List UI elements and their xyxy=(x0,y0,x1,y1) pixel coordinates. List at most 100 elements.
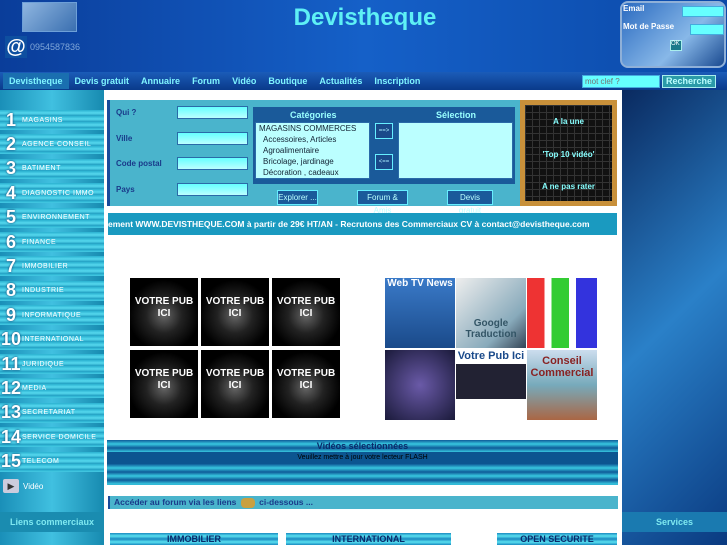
nav-video[interactable]: Vidéo xyxy=(226,73,262,89)
category-label: TELECOM xyxy=(22,458,60,466)
people-image[interactable] xyxy=(527,278,597,348)
category-selector: Catégories Sélection MAGASINS COMMERCES … xyxy=(253,107,515,184)
login-box: Email Mot de Passe OK xyxy=(620,1,726,68)
city-input[interactable] xyxy=(177,132,248,145)
nav-boutique[interactable]: Boutique xyxy=(262,73,313,89)
ad-slot[interactable]: VOTRE PUB ICI xyxy=(272,350,340,418)
sidebar-category[interactable]: 11 JURIDIQUE xyxy=(0,354,104,374)
category-label: IMMOBILIER xyxy=(22,262,69,270)
selection-list[interactable] xyxy=(398,122,513,179)
category-number: 14 xyxy=(0,426,22,447)
password-field[interactable] xyxy=(690,24,724,35)
category-option[interactable]: Agroalimentaire xyxy=(256,145,369,156)
category-label: INTERNATIONAL xyxy=(22,336,84,344)
category-option[interactable]: MAGASINS COMMERCES xyxy=(256,123,369,134)
email-field[interactable] xyxy=(682,6,724,17)
postcode-input[interactable] xyxy=(177,157,248,170)
forum-friends-button[interactable]: Forum & Amis xyxy=(357,190,408,215)
ad-slot[interactable]: VOTRE PUB ICI xyxy=(201,350,269,418)
right-sidebar xyxy=(622,90,727,545)
sidebar-category[interactable]: 9 INFORMATIQUE xyxy=(0,304,104,326)
tab-international[interactable]: INTERNATIONAL xyxy=(286,533,451,545)
nav-devistheque[interactable]: Devistheque xyxy=(3,73,69,89)
free-quote-button[interactable]: Devis gratuit xyxy=(447,190,493,215)
sidebar-category[interactable]: 7 IMMOBILIER xyxy=(0,256,104,277)
category-label: MEDIA xyxy=(22,384,47,392)
at-icon: @ xyxy=(5,36,27,58)
sidebar-category[interactable]: 8 INDUSTRIE xyxy=(0,280,104,301)
phone-number: 0954587836 xyxy=(30,42,81,52)
search-panel: Qui ? Ville Code postal Pays Catégories … xyxy=(107,100,520,215)
category-number: 9 xyxy=(5,304,16,325)
who-input[interactable] xyxy=(177,106,248,119)
selection-title: Sélection xyxy=(436,110,477,120)
flash-message: Veuillez mettre à jour votre lecteur FLA… xyxy=(107,452,618,464)
board-headline[interactable]: A la une xyxy=(525,117,612,126)
password-label: Mot de Passe xyxy=(623,22,675,31)
ad-slot[interactable]: VOTRE PUB ICI xyxy=(272,278,340,346)
sidebar-category[interactable]: 6 FINANCE xyxy=(0,232,104,252)
camera-image[interactable] xyxy=(385,350,455,420)
categories-list[interactable]: MAGASINS COMMERCES Accessoires, Articles… xyxy=(255,122,370,179)
sidebar-category[interactable]: 10 INTERNATIONAL xyxy=(0,329,104,350)
remove-button[interactable]: <== xyxy=(375,154,393,170)
category-label: SECRETARIAT xyxy=(22,409,76,417)
category-label: MAGASINS xyxy=(22,116,63,124)
nav-devis-gratuit[interactable]: Devis gratuit xyxy=(69,73,136,89)
board-top10[interactable]: 'Top 10 vidéo' xyxy=(525,150,612,159)
ad-slot[interactable]: VOTRE PUB ICI xyxy=(130,350,198,418)
sidebar-category[interactable]: 1 MAGASINS xyxy=(0,110,104,130)
nav-actualites[interactable]: Actualités xyxy=(313,73,368,89)
category-label: BATIMENT xyxy=(22,165,61,173)
services-header: Services xyxy=(622,512,727,532)
web-tv-news-image[interactable]: Web TV News xyxy=(385,278,455,348)
category-number: 3 xyxy=(5,158,16,179)
google-translate-image[interactable]: Google Traduction xyxy=(456,278,526,348)
category-label: FINANCE xyxy=(22,238,57,246)
category-label: JURIDIQUE xyxy=(22,360,65,368)
ok-button[interactable]: OK xyxy=(670,40,682,51)
category-number: 13 xyxy=(0,402,22,423)
category-option[interactable]: Bricolage, jardinage xyxy=(256,156,369,167)
ad-slot[interactable]: VOTRE PUB ICI xyxy=(201,278,269,346)
ad-slot[interactable]: VOTRE PUB ICI xyxy=(130,278,198,346)
sidebar-category[interactable]: 3 BATIMENT xyxy=(0,158,104,179)
site-title[interactable]: Devistheque xyxy=(250,4,480,32)
category-option[interactable]: Décoration , cadeaux xyxy=(256,167,369,178)
category-number: 4 xyxy=(5,182,16,203)
tab-immobilier[interactable]: IMMOBILIER xyxy=(110,533,278,545)
sidebar-category[interactable]: 13 SECRETARIAT xyxy=(0,402,104,423)
tab-open-securite[interactable]: OPEN SECURITE xyxy=(497,533,617,545)
sidebar-category[interactable]: 15 TELECOM xyxy=(0,451,104,472)
forum-text: Accéder au forum via les liens xyxy=(114,497,237,507)
play-icon: ▶ xyxy=(3,479,19,493)
category-option[interactable]: Accessoires, Articles xyxy=(256,134,369,145)
country-input[interactable] xyxy=(177,183,248,196)
sidebar-category[interactable]: 14 SERVICE DOMICILE xyxy=(0,426,104,448)
nav-inscription[interactable]: Inscription xyxy=(368,73,426,89)
news-ticker[interactable]: ement WWW.DEVISTHEQUE.COM à partir de 29… xyxy=(108,213,617,235)
add-button[interactable]: ==> xyxy=(375,123,393,139)
sidebar-video[interactable]: ▶ Vidéo xyxy=(0,478,104,494)
sidebar-video-label: Vidéo xyxy=(23,481,44,491)
nav-forum[interactable]: Forum xyxy=(186,73,226,89)
links-commercial-header: Liens commerciaux xyxy=(0,512,104,532)
business-advice-image[interactable]: Conseil Commercial xyxy=(527,350,597,420)
board-dont-miss[interactable]: A ne pas rater xyxy=(525,182,612,191)
category-number: 12 xyxy=(0,377,22,398)
sidebar-category[interactable]: 5 ENVIRONNEMENT xyxy=(0,207,104,228)
sidebar-category[interactable]: 2 AGENCE CONSEIL xyxy=(0,134,104,155)
city-label: Ville xyxy=(116,134,133,143)
category-label: SERVICE DOMICILE xyxy=(22,433,97,441)
search-input[interactable] xyxy=(582,75,660,88)
sidebar-category[interactable]: 12 MEDIA xyxy=(0,377,104,399)
your-ad-image[interactable]: Votre Pub Ici xyxy=(456,350,526,420)
search-button[interactable]: Recherche xyxy=(662,75,716,88)
email-label: Email xyxy=(623,4,645,13)
faces-icon xyxy=(240,497,255,508)
sidebar-category[interactable]: 4 DIAGNOSTIC IMMO xyxy=(0,182,104,204)
explore-button[interactable]: Explorer ... xyxy=(277,190,318,205)
category-number: 10 xyxy=(0,329,22,350)
nav-annuaire[interactable]: Annuaire xyxy=(135,73,186,89)
country-label: Pays xyxy=(116,185,135,194)
